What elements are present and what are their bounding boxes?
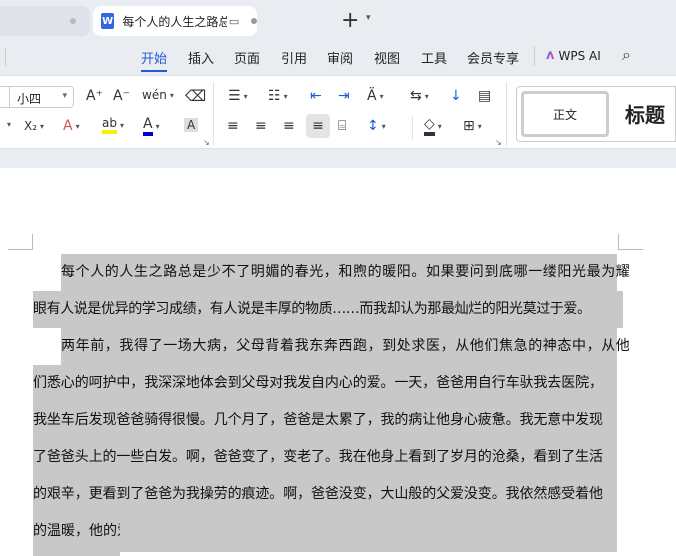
menu-view[interactable]: 视图 bbox=[374, 48, 400, 67]
paragraph-line: 的艰辛，更看到了爸爸为我操劳的痕迹。啊，爸爸没变，大山般的父爱没变。我依然感受着… bbox=[33, 486, 603, 502]
paragraph-line: 眼有人说是优异的学习成绩，有人说是丰厚的物质……而我却认为那最灿烂的阳光莫过于爱… bbox=[33, 301, 591, 317]
ribbon-toolbar: 小四 ▾ A⁺ A⁻ wén ▾ ⌫ ▾ X₂ ▾ A ▾ ab ▾ A ▾ A ↘ ☰ ▾ … bbox=[0, 75, 676, 149]
character-shading-icon[interactable]: A bbox=[184, 118, 199, 132]
tab-bar: W 每个人的人生之路总是少不了明 ▭ + ▾ bbox=[0, 0, 676, 40]
wps-ai-button[interactable]: ʌ WPS AI bbox=[546, 48, 601, 63]
highlight-label: ab bbox=[102, 116, 117, 134]
tab-previous[interactable] bbox=[0, 6, 90, 36]
text-effect-icon[interactable]: A ▾ bbox=[63, 118, 80, 134]
paragraph-line: 的温暖，他的爱。 bbox=[33, 513, 120, 556]
pinyin-label: wén bbox=[142, 88, 167, 102]
margin-corner-mark bbox=[618, 234, 643, 250]
margin-corner-mark bbox=[8, 234, 33, 250]
wps-ai-label: WPS AI bbox=[558, 48, 601, 63]
numbered-list-icon[interactable]: ☷ ▾ bbox=[268, 88, 288, 104]
menu-references[interactable]: 引用 bbox=[281, 48, 307, 67]
ruler-icon[interactable]: ▤ bbox=[478, 88, 491, 104]
sort-icon[interactable]: ↓ bbox=[450, 88, 462, 104]
new-tab-plus-icon[interactable]: + bbox=[341, 8, 359, 33]
divider bbox=[5, 48, 6, 66]
divider bbox=[534, 46, 535, 66]
paragraph-line: 们悉心的呵护中，我深深地体会到父母对我发自内心的爱。一天，爸爸用自行车驮我去医院… bbox=[33, 375, 603, 391]
tab-title: 每个人的人生之路总是少不了明 bbox=[122, 14, 227, 29]
clear-format-eraser-icon[interactable]: ⌫ bbox=[185, 87, 206, 105]
subscript-label: X₂ bbox=[24, 119, 38, 133]
paragraph-shading-icon[interactable]: ◇ ▾ bbox=[424, 116, 442, 136]
line-spacing-icon[interactable]: ↕ ▾ bbox=[367, 118, 386, 134]
highlight-color-icon[interactable]: ab ▾ bbox=[102, 116, 124, 134]
menu-tools[interactable]: 工具 bbox=[421, 48, 447, 67]
paragraph-dialog-launcher-icon[interactable]: ↘ bbox=[495, 138, 502, 147]
font-color-label: A bbox=[143, 116, 153, 136]
paragraph-line: 了爸爸头上的一些白发。啊，爸爸变了，变老了。我在他身上看到了岁月的沧桑，看到了生… bbox=[33, 449, 603, 465]
tab-status-dot bbox=[70, 18, 76, 24]
font-color-icon[interactable]: A ▾ bbox=[143, 116, 160, 136]
grow-font-icon[interactable]: A⁺ bbox=[86, 88, 103, 104]
divider bbox=[506, 82, 507, 146]
paragraph-line: 我坐车后发现爸爸骑得很慢。几个月了，爸爸是太累了，我的病让他身心疲惫。我无意中发… bbox=[33, 412, 603, 428]
wps-writer-icon: W bbox=[101, 13, 115, 29]
ruler-area bbox=[0, 150, 676, 168]
align-center-icon[interactable]: ≡ bbox=[255, 118, 267, 134]
menu-review[interactable]: 审阅 bbox=[327, 48, 353, 67]
search-icon[interactable]: ⌕ bbox=[622, 45, 631, 65]
bullet-list-icon[interactable]: ☰ ▾ bbox=[228, 88, 248, 104]
paragraph-line: 每个人的人生之路总是少不了明媚的春光，和煦的暖阳。如果要问到底哪一缕阳光最为耀 bbox=[61, 264, 631, 280]
tab-status-dot[interactable] bbox=[251, 18, 257, 24]
font-size-value: 小四 bbox=[17, 92, 42, 106]
paragraph-line: 两年前，我得了一场大病，父母背着我东奔西跑，到处求医，从他们焦急的神态中，从他 bbox=[61, 338, 631, 354]
text-effect-label: A bbox=[63, 118, 73, 134]
chevron-down-icon[interactable]: ▾ bbox=[366, 13, 371, 23]
menu-insert[interactable]: 插入 bbox=[188, 48, 214, 67]
document-page[interactable]: 每个人的人生之路总是少不了明媚的春光，和煦的暖阳。如果要问到底哪一缕阳光最为耀 … bbox=[0, 168, 676, 556]
font-size-select[interactable]: 小四 ▾ bbox=[0, 86, 74, 108]
shrink-font-icon[interactable]: A⁻ bbox=[113, 88, 130, 104]
menu-member[interactable]: 会员专享 bbox=[467, 48, 519, 67]
character-spacing-icon[interactable]: Ä ▾ bbox=[367, 88, 384, 104]
chevron-down-icon: ▾ bbox=[62, 91, 67, 101]
style-normal[interactable]: 正文 bbox=[521, 91, 609, 137]
wps-ai-logo-icon: ʌ bbox=[546, 48, 555, 63]
justify-icon[interactable]: ≡ bbox=[306, 114, 330, 138]
borders-icon[interactable]: ⊞ ▾ bbox=[463, 118, 482, 134]
tab-active-document[interactable]: W 每个人的人生之路总是少不了明 ▭ bbox=[93, 6, 257, 36]
monitor-icon[interactable]: ▭ bbox=[229, 15, 239, 28]
style-heading[interactable]: 标题 bbox=[625, 99, 665, 128]
menu-page[interactable]: 页面 bbox=[234, 48, 260, 67]
align-right-icon[interactable]: ≡ bbox=[283, 118, 295, 134]
subscript-icon[interactable]: X₂ ▾ bbox=[24, 119, 44, 133]
menu-home[interactable]: 开始 bbox=[141, 48, 168, 72]
divider bbox=[213, 82, 214, 146]
styles-gallery: 正文 标题 bbox=[516, 86, 676, 142]
divider bbox=[412, 116, 413, 140]
pinyin-guide-icon[interactable]: wén ▾ bbox=[142, 88, 174, 102]
font-dialog-launcher-icon[interactable]: ↘ bbox=[203, 138, 210, 147]
text-direction-icon[interactable]: ⇆ ▾ bbox=[410, 88, 429, 104]
decrease-indent-icon[interactable]: ⇤ bbox=[310, 88, 322, 104]
increase-indent-icon[interactable]: ⇥ bbox=[338, 88, 350, 104]
chevron-down-icon[interactable]: ▾ bbox=[4, 120, 11, 129]
align-left-icon[interactable]: ≡ bbox=[227, 118, 239, 134]
distributed-align-icon[interactable]: ⌸ bbox=[338, 118, 346, 134]
